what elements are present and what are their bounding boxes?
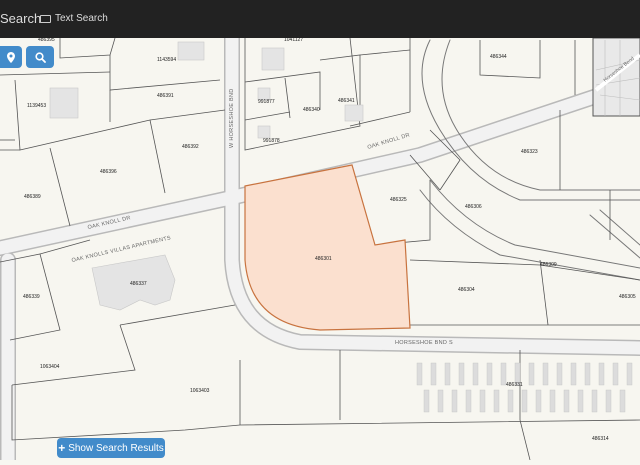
- search-button[interactable]: [26, 46, 54, 68]
- parcel-label: 991877: [258, 99, 275, 105]
- parcel-label: 991878: [263, 138, 280, 144]
- parcel-label: 1063403: [190, 388, 210, 394]
- parcel-label: 1063404: [40, 364, 60, 370]
- top-navbar: Search Text Search: [0, 0, 640, 38]
- parcel-label: 486325: [390, 197, 407, 203]
- parcel-label: 486341: [338, 98, 355, 104]
- parcel-label: 486392: [182, 144, 199, 150]
- parcel-label: 486352: [542, 38, 559, 40]
- parcel-label: 486305: [619, 294, 636, 300]
- parcel-label: 486304: [458, 287, 475, 293]
- plus-icon: +: [58, 441, 66, 455]
- parcel-label: 486395: [38, 38, 55, 43]
- app-brand[interactable]: Search: [0, 11, 41, 26]
- street-label-horseshoe-w: W HORSESHOE BND: [229, 88, 235, 148]
- parcel-label: 486339: [23, 294, 40, 300]
- parcel-label: 486344: [490, 54, 507, 60]
- locate-button[interactable]: [0, 46, 22, 68]
- parcel-label: 486323: [521, 149, 538, 155]
- parcel-label: 1139453: [27, 103, 46, 109]
- map-marker-icon: [7, 51, 15, 63]
- parcel-label: 486306: [465, 204, 482, 210]
- show-search-results-button[interactable]: + Show Search Results: [57, 438, 165, 458]
- parcel-label: 486389: [24, 194, 41, 200]
- parcel-label: 1041127: [284, 38, 303, 43]
- parcel-label: 486331: [506, 382, 523, 388]
- text-search-label: Text Search: [55, 13, 108, 24]
- search-icon: [34, 51, 46, 63]
- parcel-label: 486343: [408, 38, 425, 40]
- parcel-label: 486391: [157, 93, 174, 99]
- parcel-label: 1143594: [157, 57, 176, 63]
- street-label-horseshoe-s: HORSESHOE BND S: [395, 340, 453, 346]
- parcel-map[interactable]: Horseshoe Bend OAK KNOLL DR OAK KNOLL DR…: [0, 30, 640, 465]
- parcel-label: 486396: [100, 169, 117, 175]
- minimap-inset[interactable]: Horseshoe Bend: [592, 37, 640, 117]
- parcel-label: 486337: [130, 281, 147, 287]
- parcel-label: 486309: [540, 262, 557, 268]
- text-search-link[interactable]: Text Search: [40, 13, 108, 24]
- parcel-label: 486301: [315, 256, 332, 262]
- parcel-label: 486340: [303, 107, 320, 113]
- keyboard-icon: [40, 14, 51, 23]
- parcel-label: 486314: [592, 436, 609, 442]
- show-search-results-label: Show Search Results: [68, 442, 164, 454]
